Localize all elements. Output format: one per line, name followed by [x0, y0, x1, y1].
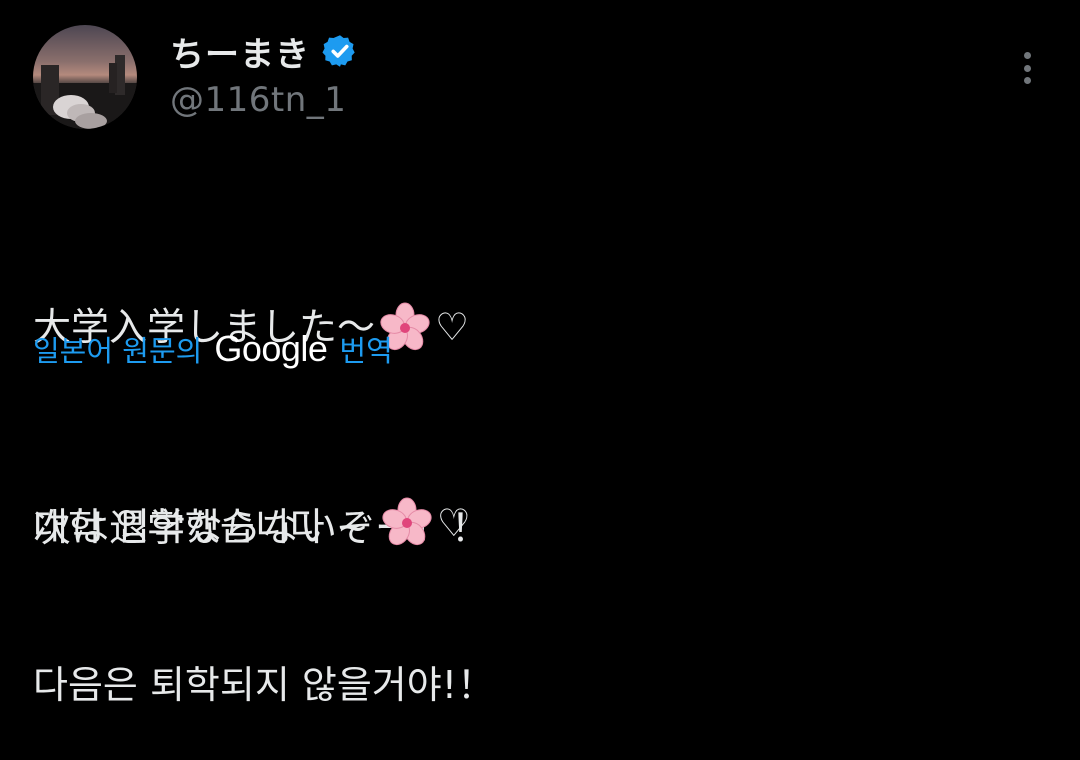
translation-attribution: 일본어 원문의 Google 번역: [33, 326, 393, 372]
more-options-icon[interactable]: [1013, 48, 1041, 88]
author-avatar[interactable]: [33, 25, 137, 129]
translated-line-2: 다음은 퇴학되지 않을거야!！: [33, 662, 495, 707]
translated-line-1-text: 대학 입학했습니다 ~: [33, 504, 369, 549]
author-handle[interactable]: @116tn_1: [170, 80, 346, 120]
translation-source-label[interactable]: 일본어 원문의: [33, 328, 202, 370]
author-display-name[interactable]: ちーまき: [170, 27, 310, 76]
author-name-row: ちーまき: [170, 27, 358, 76]
translation-action-link[interactable]: 번역: [339, 328, 392, 370]
translated-line-1: 대학 입학했습니다 ~ ♡: [33, 488, 495, 558]
white-heart-icon: ♡: [436, 501, 471, 545]
cherry-blossom-icon: [382, 497, 432, 546]
google-logo: Google: [214, 328, 328, 369]
white-heart-icon: ♡: [435, 305, 470, 349]
translated-body: 대학 입학했습니다 ~ ♡ 다음은 퇴학되지 않을거야!！: [33, 400, 495, 760]
avatar-image: [33, 55, 137, 129]
verified-badge-icon: [322, 33, 358, 69]
